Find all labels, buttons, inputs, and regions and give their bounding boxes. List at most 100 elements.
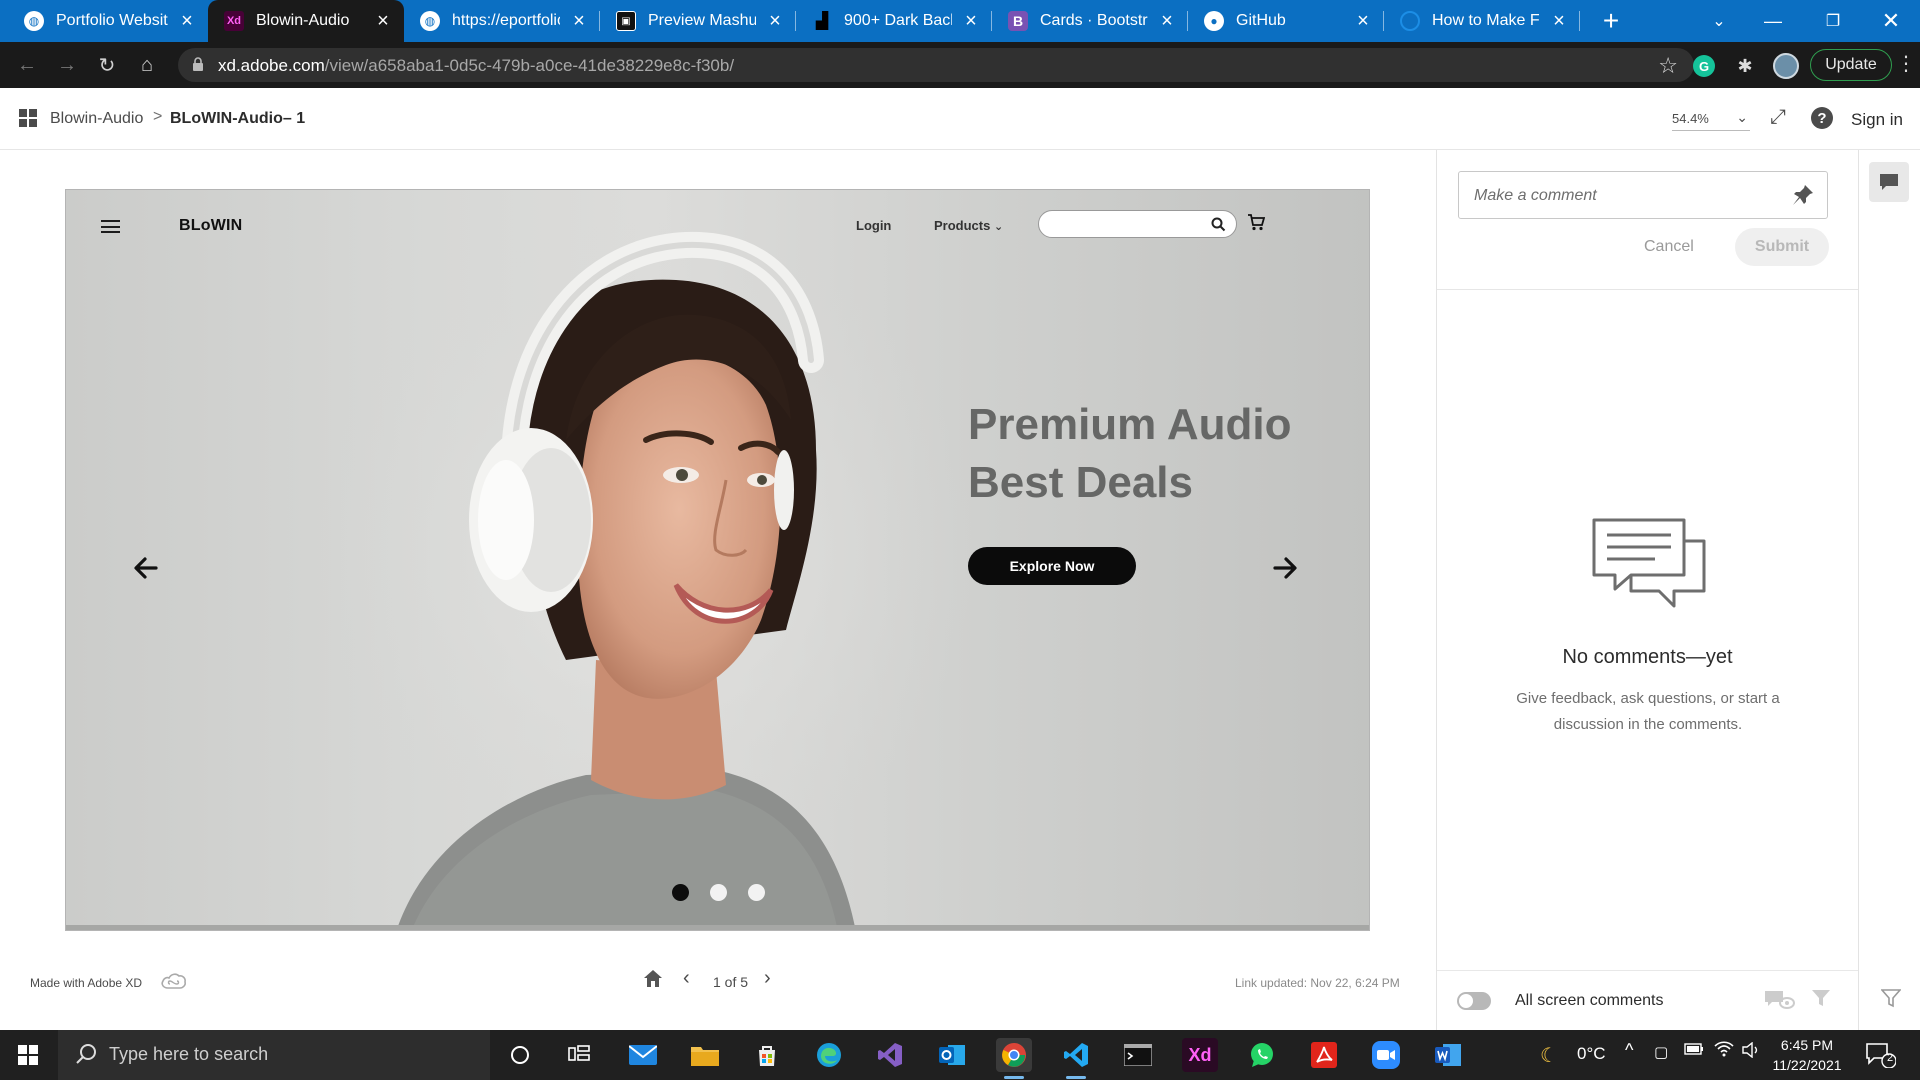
visual-studio-icon[interactable] (872, 1038, 908, 1072)
battery-icon[interactable] (1684, 1042, 1704, 1061)
close-tab-icon[interactable]: × (1548, 10, 1570, 33)
hamburger-menu-icon[interactable] (101, 220, 120, 233)
tab-blowin-audio[interactable]: Xd Blowin-Audio × (208, 0, 404, 42)
breadcrumb-current: BLoWIN-Audio– 1 (170, 110, 306, 127)
tab-bootstrap-cards[interactable]: B Cards · Bootstrap × (992, 0, 1188, 42)
outlook-icon[interactable] (934, 1038, 970, 1072)
fullscreen-icon[interactable]: ⤢ (1770, 106, 1786, 129)
taskbar-clock[interactable]: 6:45 PM 11/22/2021 (1766, 1035, 1848, 1075)
chrome-icon[interactable] (996, 1038, 1032, 1079)
search-icon[interactable] (1211, 217, 1226, 232)
close-tab-icon[interactable]: × (372, 10, 394, 33)
globe-icon: ◍ (24, 11, 44, 31)
cart-icon[interactable] (1247, 214, 1265, 231)
taskbar-search-box[interactable]: Type here to search (58, 1030, 490, 1080)
comment-toggle-icon[interactable] (1869, 162, 1909, 202)
close-tab-icon[interactable]: × (1352, 10, 1374, 33)
comment-input[interactable]: Make a comment (1458, 171, 1828, 219)
carousel-dot[interactable] (710, 884, 727, 901)
arrow-left-icon[interactable] (134, 557, 158, 579)
forward-icon[interactable]: → (52, 50, 82, 80)
restore-icon[interactable]: ❐ (1810, 0, 1856, 42)
bookmark-star-icon[interactable]: ☆ (1658, 53, 1678, 79)
address-bar[interactable]: xd.adobe.com/view/a658aba1-0d5c-479b-a0c… (178, 48, 1694, 82)
home-page-icon[interactable]: ⌂ (132, 50, 162, 80)
browser-menu-icon[interactable]: ⋮ (1896, 54, 1916, 74)
nav-products-link[interactable]: Products ⌄ (934, 218, 1003, 233)
update-button[interactable]: Update (1810, 49, 1892, 81)
previous-screen-icon[interactable]: ‹ (683, 967, 690, 990)
volume-icon[interactable] (1742, 1041, 1760, 1063)
word-icon[interactable] (1430, 1038, 1466, 1072)
tab-github[interactable]: ● GitHub × (1188, 0, 1384, 42)
whatsapp-icon[interactable] (1244, 1038, 1280, 1072)
meet-now-icon[interactable]: ▢ (1654, 1043, 1668, 1061)
tab-portfolio-website[interactable]: ◍ Portfolio Website × (8, 0, 208, 42)
sign-in-link[interactable]: Sign in (1851, 110, 1903, 130)
carousel-dot[interactable] (748, 884, 765, 901)
back-icon[interactable]: ← (12, 50, 42, 80)
close-tab-icon[interactable]: × (960, 10, 982, 33)
artboard-search-input[interactable] (1038, 210, 1237, 238)
wifi-icon[interactable] (1714, 1041, 1734, 1062)
tab-preview-mashup[interactable]: ▣ Preview Mashup × (600, 0, 796, 42)
filter-outline-icon[interactable] (1881, 988, 1901, 1008)
globe-icon: ◍ (420, 11, 440, 31)
tab-dark-backgrounds[interactable]: ▟ 900+ Dark Backg × (796, 0, 992, 42)
new-tab-button[interactable]: + (1596, 0, 1626, 42)
close-tab-icon[interactable]: × (568, 10, 590, 33)
show-hidden-icons-icon[interactable]: ^ (1625, 1040, 1633, 1061)
edge-icon[interactable] (811, 1038, 847, 1072)
pin-icon[interactable] (1791, 183, 1815, 207)
windows-start-icon[interactable] (18, 1045, 38, 1065)
tab-how-to-make[interactable]: How to Make Foo × (1384, 0, 1580, 42)
minimize-icon[interactable]: — (1750, 0, 1796, 42)
hero-heading-line1: Premium Audio (968, 400, 1292, 449)
zoom-app-icon[interactable] (1368, 1038, 1404, 1072)
weather-moon-icon[interactable]: ☾ (1540, 1043, 1558, 1068)
brand-logo[interactable]: BLoWIN (179, 217, 242, 235)
hide-comments-icon[interactable] (1763, 988, 1795, 1010)
tab-title: How to Make Foo (1432, 12, 1540, 29)
adobe-xd-taskbar-icon[interactable]: Xd (1182, 1038, 1218, 1072)
weather-temperature[interactable]: 0°C (1577, 1044, 1606, 1064)
tab-eportfolio[interactable]: ◍ https://eportfolio × (404, 0, 600, 42)
mail-icon[interactable] (625, 1038, 661, 1072)
taskbar-search-placeholder: Type here to search (109, 1044, 269, 1064)
extensions-puzzle-icon[interactable]: ✱ (1734, 55, 1756, 77)
filter-icon[interactable] (1811, 988, 1831, 1008)
acrobat-icon[interactable] (1306, 1038, 1342, 1072)
help-icon[interactable]: ? (1811, 107, 1833, 129)
vscode-icon[interactable] (1058, 1038, 1094, 1079)
profile-avatar[interactable] (1773, 53, 1799, 79)
carousel-dot[interactable] (672, 884, 689, 901)
zoom-select[interactable]: 54.4% ⌄ (1672, 109, 1750, 131)
terminal-icon[interactable] (1120, 1038, 1156, 1072)
close-tab-icon[interactable]: × (176, 10, 198, 33)
artboard-preview[interactable]: BLoWIN Login Products ⌄ Premium Audio Be… (65, 189, 1370, 931)
file-explorer-icon[interactable] (687, 1038, 723, 1072)
home-icon[interactable] (642, 968, 664, 988)
explore-now-button[interactable]: Explore Now (968, 547, 1136, 585)
breadcrumb-parent[interactable]: Blowin-Audio (50, 110, 143, 128)
store-icon[interactable] (749, 1038, 785, 1072)
task-view-icon[interactable] (561, 1038, 597, 1072)
loading-icon (1400, 11, 1420, 31)
nav-products-label: Products (934, 218, 991, 233)
tab-search-dropdown-icon[interactable]: ⌄ (1696, 0, 1742, 42)
close-tab-icon[interactable]: × (764, 10, 786, 33)
tab-title: https://eportfolio (452, 12, 560, 29)
all-screen-comments-toggle[interactable] (1457, 992, 1491, 1010)
window-close-icon[interactable]: ✕ (1868, 0, 1914, 42)
cancel-button[interactable]: Cancel (1644, 238, 1694, 256)
submit-button[interactable]: Submit (1735, 228, 1829, 266)
next-screen-icon[interactable]: › (764, 967, 771, 990)
grid-view-icon[interactable] (19, 109, 37, 127)
grammarly-icon[interactable]: G (1693, 55, 1715, 77)
close-tab-icon[interactable]: × (1156, 10, 1178, 33)
reload-icon[interactable]: ↻ (92, 50, 122, 80)
cortana-icon[interactable] (502, 1038, 538, 1072)
arrow-right-icon[interactable] (1273, 557, 1297, 579)
nav-login-link[interactable]: Login (856, 218, 891, 233)
notification-center-icon[interactable]: 2 (1866, 1042, 1897, 1073)
